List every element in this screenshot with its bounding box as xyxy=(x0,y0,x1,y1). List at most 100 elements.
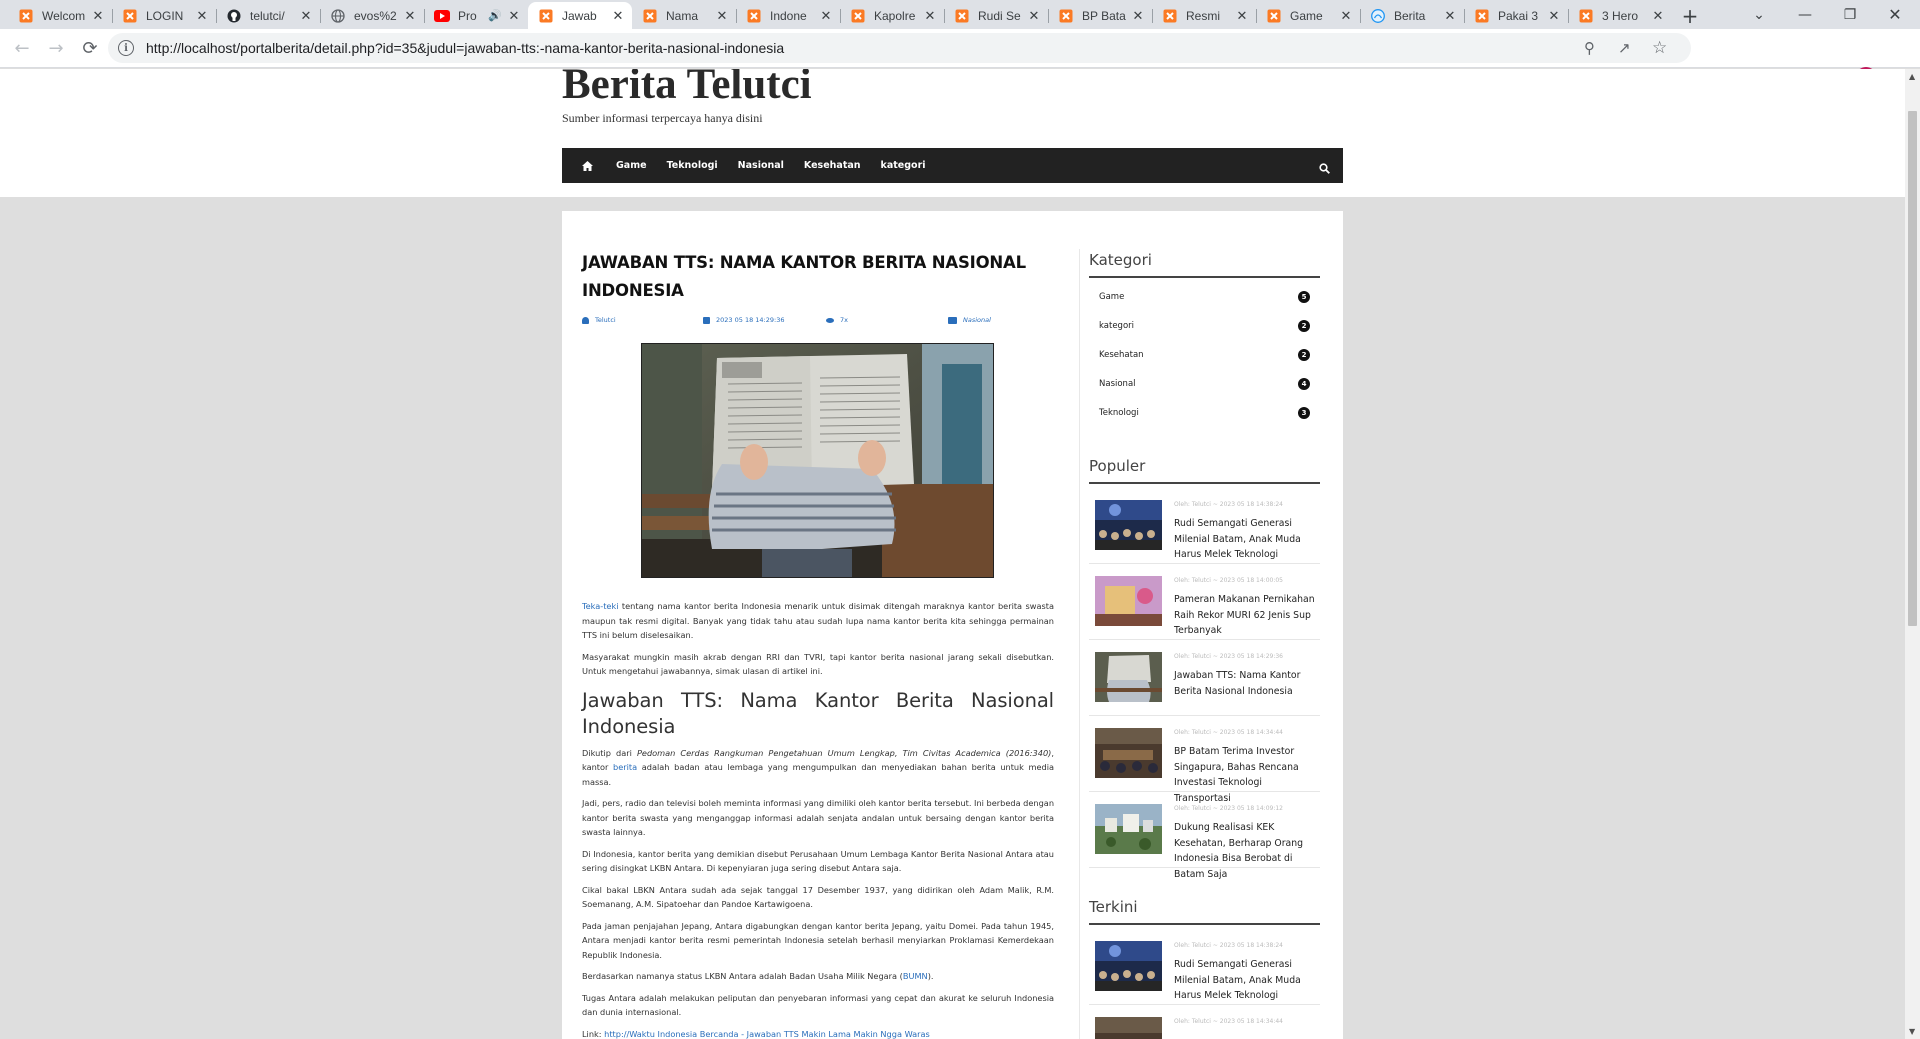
close-tab-icon[interactable]: ✕ xyxy=(298,8,314,24)
menu-item-game[interactable]: Game xyxy=(616,160,647,171)
terkini-thumbnail[interactable] xyxy=(1095,1017,1162,1039)
bookmark-star-icon[interactable]: ☆ xyxy=(1652,33,1667,63)
search-icon[interactable] xyxy=(1319,159,1331,174)
tab-title[interactable]: Rudi Se xyxy=(978,9,1026,23)
tab-title[interactable]: Welcom xyxy=(42,9,90,23)
forward-button[interactable]: → xyxy=(42,34,70,62)
browser-tab-1[interactable]: LOGIN ✕ xyxy=(112,2,216,29)
tab-title[interactable]: Game xyxy=(1290,9,1338,23)
kategori-item[interactable]: Kesehatan 2 xyxy=(1089,340,1320,369)
url-text[interactable]: http://localhost/portalberita/detail.php… xyxy=(146,40,784,56)
close-tab-icon[interactable]: ✕ xyxy=(610,8,626,24)
scrollbar-thumb[interactable] xyxy=(1908,111,1917,626)
terkini-item[interactable]: Oleh: Telutci ~ 2023 05 18 14:34:44 xyxy=(1089,1005,1320,1039)
meta-category[interactable]: Nasional xyxy=(948,316,991,324)
populer-thumbnail[interactable] xyxy=(1095,500,1162,550)
kategori-item[interactable]: kategori 2 xyxy=(1089,311,1320,340)
close-tab-icon[interactable]: ✕ xyxy=(1546,8,1562,24)
populer-thumbnail[interactable] xyxy=(1095,576,1162,626)
browser-tab-6[interactable]: Nama ✕ xyxy=(632,2,736,29)
populer-item[interactable]: Oleh: Telutci ~ 2023 05 18 14:09:12 Dukun… xyxy=(1089,792,1320,880)
tab-title[interactable]: 3 Hero xyxy=(1602,9,1650,23)
populer-title[interactable]: Dukung Realisasi KEK Kesehatan, Berharap… xyxy=(1174,820,1320,882)
browser-tab-15[interactable]: 3 Hero ✕ xyxy=(1568,2,1672,29)
link-berita[interactable]: berita xyxy=(613,762,637,772)
menu-item-kategori[interactable]: kategori xyxy=(881,160,926,171)
populer-item[interactable]: Oleh: Telutci ~ 2023 05 18 14:34:44 BP Ba… xyxy=(1089,716,1320,804)
close-tab-icon[interactable]: ✕ xyxy=(922,8,938,24)
browser-tab-2[interactable]: telutci/✕ xyxy=(216,2,320,29)
browser-tab-5[interactable]: Jawab ✕ xyxy=(528,2,632,29)
populer-item[interactable]: Oleh: Telutci ~ 2023 05 18 14:29:36 Jawab… xyxy=(1089,640,1320,716)
tab-title[interactable]: Jawab xyxy=(562,9,610,23)
home-icon[interactable] xyxy=(582,160,596,171)
tab-title[interactable]: Pakai 3 xyxy=(1498,9,1546,23)
browser-tab-14[interactable]: Pakai 3 ✕ xyxy=(1464,2,1568,29)
close-tab-icon[interactable]: ✕ xyxy=(1026,8,1042,24)
browser-tab-12[interactable]: Game ✕ xyxy=(1256,2,1360,29)
kategori-item[interactable]: Nasional 4 xyxy=(1089,369,1320,398)
tab-title[interactable]: BP Bata xyxy=(1082,9,1130,23)
link-external[interactable]: http://Waktu Indonesia Bercanda - Jawaba… xyxy=(604,1029,930,1039)
close-tab-icon[interactable]: ✕ xyxy=(818,8,834,24)
menu-item-teknologi[interactable]: Teknologi xyxy=(667,160,718,171)
tab-title[interactable]: evos%2 xyxy=(354,9,402,23)
close-tab-icon[interactable]: ✕ xyxy=(1130,8,1146,24)
populer-title[interactable]: BP Batam Terima Investor Singapura, Baha… xyxy=(1174,744,1320,806)
close-tab-icon[interactable]: ✕ xyxy=(1338,8,1354,24)
meta-author[interactable]: Telutci xyxy=(582,316,616,324)
browser-tab-4[interactable]: Pro 🔊 ✕ xyxy=(424,2,528,29)
browser-tab-9[interactable]: Rudi Se ✕ xyxy=(944,2,1048,29)
browser-tab-3[interactable]: evos%2 ✕ xyxy=(320,2,424,29)
browser-tab-0[interactable]: Welcom ✕ xyxy=(8,2,112,29)
terkini-thumbnail[interactable] xyxy=(1095,941,1162,991)
tab-search-icon[interactable]: ⌄ xyxy=(1744,0,1774,29)
close-tab-icon[interactable]: ✕ xyxy=(90,8,106,24)
back-button[interactable]: ← xyxy=(8,34,36,62)
browser-tab-8[interactable]: Kapolre ✕ xyxy=(840,2,944,29)
close-tab-icon[interactable]: ✕ xyxy=(714,8,730,24)
kategori-name[interactable]: kategori xyxy=(1099,321,1134,331)
speaker-icon[interactable]: 🔊 xyxy=(488,9,502,22)
site-info-icon[interactable]: i xyxy=(118,40,134,56)
populer-title[interactable]: Rudi Semangati Generasi Milenial Batam, … xyxy=(1174,516,1320,563)
populer-thumbnail[interactable] xyxy=(1095,804,1162,854)
kategori-item[interactable]: Game 5 xyxy=(1089,282,1320,311)
close-tab-icon[interactable]: ✕ xyxy=(194,8,210,24)
tab-title[interactable]: Indone xyxy=(770,9,818,23)
kategori-name[interactable]: Game xyxy=(1099,292,1124,302)
populer-thumbnail[interactable] xyxy=(1095,728,1162,778)
reload-button[interactable]: ⟳ xyxy=(76,34,104,62)
populer-item[interactable]: Oleh: Telutci ~ 2023 05 18 14:00:05 Pamer… xyxy=(1089,564,1320,640)
populer-title[interactable]: Jawaban TTS: Nama Kantor Berita Nasional… xyxy=(1174,668,1320,699)
tab-title[interactable]: Berita xyxy=(1394,9,1442,23)
tab-title[interactable]: Resmi xyxy=(1186,9,1234,23)
new-tab-button[interactable]: + xyxy=(1672,2,1708,29)
populer-title[interactable]: Pameran Makanan Pernikahan Raih Rekor MU… xyxy=(1174,592,1320,639)
kategori-name[interactable]: Nasional xyxy=(1099,379,1136,389)
tab-title[interactable]: Nama xyxy=(666,9,714,23)
populer-thumbnail[interactable] xyxy=(1095,652,1162,702)
terkini-title[interactable]: Rudi Semangati Generasi Milenial Batam, … xyxy=(1174,957,1320,1004)
link-teka-teki[interactable]: Teka-teki xyxy=(582,601,618,611)
site-title[interactable]: Berita Telutci xyxy=(562,69,812,109)
menu-item-nasional[interactable]: Nasional xyxy=(738,160,784,171)
kategori-name[interactable]: Teknologi xyxy=(1099,408,1139,418)
menu-item-kesehatan[interactable]: Kesehatan xyxy=(804,160,861,171)
close-tab-icon[interactable]: ✕ xyxy=(506,8,522,24)
tab-title[interactable]: telutci/ xyxy=(250,9,298,23)
tab-title[interactable]: Kapolre xyxy=(874,9,922,23)
browser-tab-7[interactable]: Indone ✕ xyxy=(736,2,840,29)
kategori-name[interactable]: Kesehatan xyxy=(1099,350,1144,360)
scroll-down-arrow-icon[interactable]: ▼ xyxy=(1909,1027,1915,1036)
minimize-button[interactable]: — xyxy=(1790,0,1820,29)
terkini-item[interactable]: Oleh: Telutci ~ 2023 05 18 14:38:24 Rudi … xyxy=(1089,929,1320,1005)
zoom-icon[interactable]: ⚲ xyxy=(1584,33,1595,63)
close-tab-icon[interactable]: ✕ xyxy=(1442,8,1458,24)
restore-button[interactable]: ❐ xyxy=(1835,0,1865,29)
tab-title[interactable]: Pro xyxy=(458,9,488,23)
populer-item[interactable]: Oleh: Telutci ~ 2023 05 18 14:38:24 Rudi … xyxy=(1089,488,1320,564)
scroll-up-arrow-icon[interactable]: ▲ xyxy=(1909,72,1915,81)
author-name[interactable]: Telutci xyxy=(595,316,616,324)
close-window-button[interactable]: ✕ xyxy=(1880,0,1910,29)
